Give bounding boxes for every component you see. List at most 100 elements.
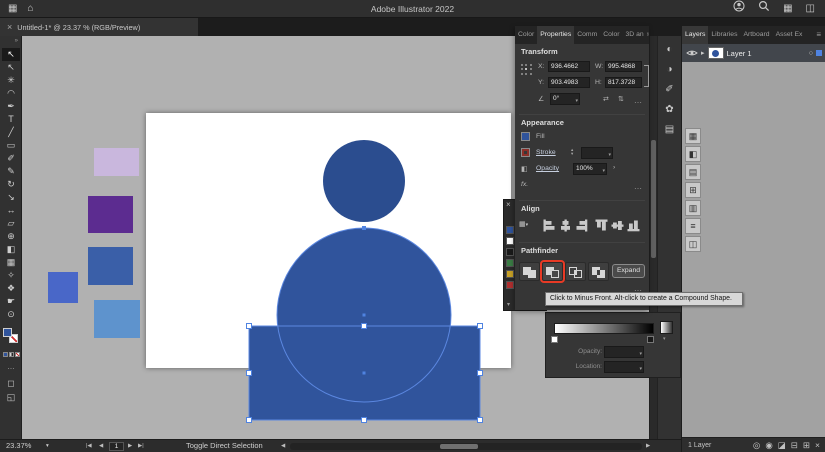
scroll-right-icon[interactable]: ▶ (646, 440, 650, 452)
panel-tab[interactable]: Properties (537, 26, 574, 44)
gradient-opacity-select[interactable]: ▾ (604, 346, 644, 358)
eyedropper-tool[interactable]: ✧ (2, 269, 20, 282)
pathfinder-exclude-button[interactable] (588, 262, 609, 281)
stepper-down-icon[interactable]: ▾ (571, 152, 573, 156)
fill-color-swatch[interactable] (3, 328, 12, 337)
gradient-slider[interactable] (554, 323, 654, 334)
next-artboard-icon[interactable]: ▶ (128, 440, 132, 452)
scroll-left-icon[interactable]: ◀ (281, 440, 285, 452)
transform-y-input[interactable] (548, 77, 590, 88)
panel-tab[interactable]: 3D an (623, 26, 647, 44)
layer-thumbnail[interactable] (708, 47, 724, 59)
apps-grid-icon[interactable]: ▦ (783, 0, 792, 18)
gradient-stop-black[interactable] (647, 336, 654, 343)
panel-tab[interactable]: Color (600, 26, 622, 44)
pathfinder-minus-front-button[interactable] (542, 262, 563, 281)
layer-visibility-icon[interactable] (686, 44, 698, 62)
color-panel-icon[interactable]: ◐ (662, 42, 678, 58)
width-tool[interactable]: ↔ (2, 204, 20, 217)
zoom-dropdown-icon[interactable]: ▾ (46, 440, 49, 452)
selection-tool[interactable]: ↖ (2, 48, 20, 61)
panel-caret-icon[interactable]: ▾ (507, 301, 510, 308)
selection-handle[interactable] (247, 418, 252, 423)
zoom-tool[interactable]: ⊙ (2, 308, 20, 321)
artboards-panel-icon[interactable]: ◫ (685, 236, 701, 252)
close-panel-icon[interactable]: × (506, 200, 511, 209)
brushes-panel-icon[interactable]: ✐ (662, 82, 678, 98)
selection-handle[interactable] (362, 324, 367, 329)
opacity-more-icon[interactable]: › (613, 164, 615, 171)
horizontal-scrollbar-thumb[interactable] (440, 444, 478, 449)
color-swatch[interactable] (506, 259, 514, 267)
panel-menu-icon[interactable]: ≡ (816, 26, 825, 44)
color-swatch[interactable] (506, 270, 514, 278)
reference-point-locator[interactable] (520, 63, 533, 76)
transform-panel-icon[interactable]: ⊞ (685, 182, 701, 198)
layer-selection-indicator[interactable] (816, 50, 822, 56)
first-artboard-icon[interactable]: |◀ (86, 440, 92, 452)
gradient-location-select[interactable]: ▾ (604, 361, 644, 373)
selection-handle[interactable] (247, 371, 252, 376)
gradient-tool[interactable]: ◧ (2, 243, 20, 256)
none-mode-icon[interactable] (15, 352, 20, 357)
transform-h-input[interactable] (605, 77, 642, 88)
symbols-panel-icon[interactable]: ✿ (662, 102, 678, 118)
color-swatch[interactable] (506, 281, 514, 289)
flip-horizontal-icon[interactable]: ⇄ (603, 95, 609, 103)
center-point-rect[interactable] (363, 372, 366, 375)
paintbrush-tool[interactable]: ✐ (2, 152, 20, 165)
last-artboard-icon[interactable]: ▶| (138, 440, 144, 452)
fx-button[interactable]: fx. (521, 181, 528, 188)
constrain-proportions-icon[interactable] (644, 65, 649, 87)
head-circle[interactable] (323, 140, 405, 222)
transform-w-input[interactable] (605, 61, 642, 72)
selection-handle[interactable] (478, 418, 483, 423)
stroke-link[interactable]: Stroke (536, 149, 556, 156)
blend-tool[interactable]: ❖ (2, 282, 20, 295)
workspace-switcher-icon[interactable]: ◫ (806, 0, 815, 18)
pen-tool[interactable]: ✒ (2, 100, 20, 113)
edit-toolbar-icon[interactable]: ⋯ (0, 365, 22, 373)
appearance-fill-swatch[interactable] (521, 132, 530, 141)
pencil-tool[interactable]: ✎ (2, 165, 20, 178)
align-left-button[interactable] (543, 219, 556, 232)
pathfinder-unite-button[interactable] (519, 262, 540, 281)
align-top-button[interactable] (595, 219, 608, 232)
appearance-stroke-swatch[interactable] (521, 148, 530, 157)
app-grid-icon[interactable]: ▦ (8, 0, 17, 18)
swatches-panel-icon[interactable]: ▦ (685, 128, 701, 144)
selection-handle[interactable] (247, 324, 252, 329)
panel-tab[interactable]: Comm (574, 26, 600, 44)
lasso-tool[interactable]: ◠ (2, 87, 20, 100)
shape-builder-tool[interactable]: ⊕ (2, 230, 20, 243)
center-point-circle[interactable] (363, 314, 366, 317)
home-icon[interactable]: ⌂ (27, 0, 33, 18)
panel-tab[interactable]: Artboard (740, 26, 772, 44)
gradient-stop-white[interactable] (551, 336, 558, 343)
panel-tab[interactable]: Libraries (708, 26, 740, 44)
magic-wand-tool[interactable]: ✳ (2, 74, 20, 87)
zoom-level[interactable]: 23.37% (6, 440, 31, 452)
transparency-panel-icon[interactable]: ▥ (685, 200, 701, 216)
selection-handle[interactable] (478, 371, 483, 376)
expand-button[interactable]: Expand (612, 264, 645, 278)
new-sublayer-icon[interactable]: ⊟ (791, 438, 798, 452)
line-segment-tool[interactable]: ╱ (2, 126, 20, 139)
scale-tool[interactable]: ↘ (2, 191, 20, 204)
drawing-mode-icon[interactable]: ◻ (0, 378, 22, 389)
stroke-panel-icon[interactable]: ▤ (685, 164, 701, 180)
appearance-panel-icon[interactable]: ≡ (685, 218, 701, 234)
panel-tab[interactable]: Asset Ex (773, 26, 806, 44)
search-icon[interactable] (758, 0, 770, 19)
fill-label[interactable]: Fill (536, 133, 545, 140)
delete-selection-icon[interactable]: × (815, 438, 820, 452)
gradient-thumbnail[interactable] (660, 321, 673, 334)
direct-selection-tool[interactable]: ↖ (2, 61, 20, 74)
rotate-tool[interactable]: ↻ (2, 178, 20, 191)
make-clipping-mask-icon[interactable]: ◪ (778, 438, 786, 452)
layer-name[interactable]: Layer 1 (727, 49, 752, 58)
artboard-number-input[interactable] (109, 442, 124, 451)
rotation-select[interactable]: 0° ▾ (550, 93, 580, 105)
panel-tab[interactable]: Color (515, 26, 537, 44)
color-swatch[interactable] (506, 226, 514, 234)
